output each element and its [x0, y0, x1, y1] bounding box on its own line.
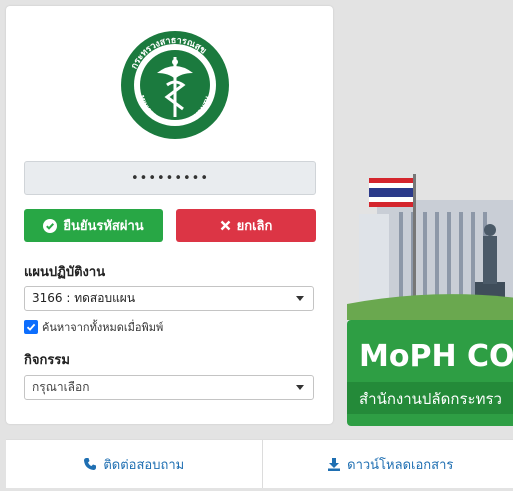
department-label: แผนปฏิบัติงาน	[24, 265, 106, 280]
footer-bar: ติดต่อสอบถาม ดาวน์โหลดเอกสาร	[6, 439, 513, 488]
login-card: กระทรวงสาธารณสุข MINISTRY OF PUBLIC HEAL…	[6, 6, 333, 424]
ministry-logo: กระทรวงสาธารณสุข MINISTRY OF PUBLIC HEAL…	[121, 31, 229, 139]
contact-label: ติดต่อสอบถาม	[103, 457, 185, 473]
search-all-label: ค้นหาจากทั้งหมดเมื่อพิมพ์	[42, 321, 164, 334]
activity-select[interactable]: กรุณาเลือก	[24, 375, 314, 400]
cancel-button[interactable]: ยกเลิก	[176, 209, 316, 242]
confirm-password-button[interactable]: ยืนยันรหัสผ่าน	[24, 209, 163, 242]
contact-link[interactable]: ติดต่อสอบถาม	[6, 440, 262, 488]
password-field[interactable]: •••••••••	[24, 161, 316, 195]
password-value: •••••••••	[130, 170, 209, 186]
check-circle-icon	[43, 218, 58, 233]
activity-label: กิจกรรม	[24, 353, 70, 368]
download-icon	[328, 458, 341, 471]
chevron-down-icon	[296, 296, 304, 301]
check-icon	[26, 323, 36, 331]
search-all-checkbox[interactable]	[24, 320, 38, 334]
chevron-down-icon	[296, 385, 304, 390]
confirm-label: ยืนยันรหัสผ่าน	[63, 219, 144, 234]
banner-title: MoPH CO	[359, 339, 513, 374]
cancel-label: ยกเลิก	[236, 219, 273, 234]
moph-banner: MoPH CO สำนักงานปลัดกระทรว	[347, 174, 513, 426]
download-label: ดาวน์โหลดเอกสาร	[347, 457, 454, 473]
department-selected-value: 3166 : ทดสอบแผน	[32, 291, 136, 305]
times-icon	[220, 220, 230, 231]
department-select[interactable]: 3166 : ทดสอบแผน	[24, 286, 314, 311]
search-all-option: ค้นหาจากทั้งหมดเมื่อพิมพ์	[24, 318, 163, 336]
banner-subtitle: สำนักงานปลัดกระทรว	[359, 390, 502, 408]
phone-icon	[84, 458, 97, 470]
activity-placeholder: กรุณาเลือก	[32, 380, 90, 394]
download-link[interactable]: ดาวน์โหลดเอกสาร	[261, 440, 513, 488]
